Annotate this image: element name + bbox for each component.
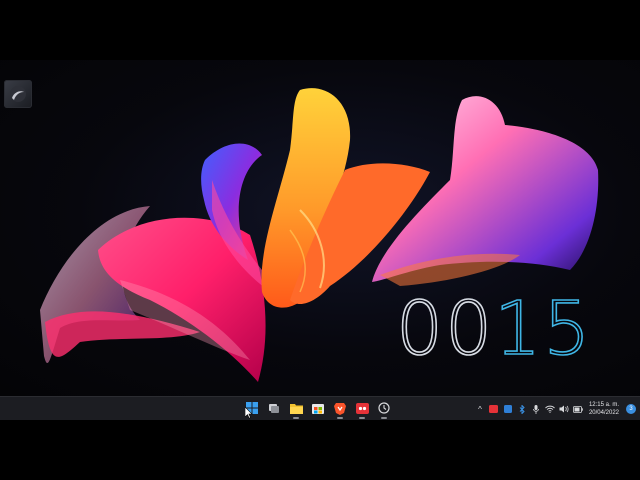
volume-icon[interactable] (559, 403, 569, 415)
folder-icon (289, 403, 303, 414)
mouse-cursor-icon (245, 407, 253, 419)
clock-icon (378, 402, 390, 414)
clock-app-button[interactable] (375, 399, 393, 419)
blue-tray-icon[interactable] (503, 403, 513, 415)
task-view-button[interactable] (265, 399, 283, 417)
swirl-icon (10, 86, 26, 102)
wifi-icon[interactable] (545, 403, 555, 415)
taskbar-clock[interactable]: 12:15 a. m. 20/04/2022 (589, 401, 619, 417)
microphone-icon[interactable] (531, 403, 541, 415)
show-hidden-icons-chevron[interactable]: ^ (475, 403, 485, 415)
store-icon (312, 404, 324, 414)
task-view-icon (269, 404, 279, 413)
app-shortcut-icon[interactable] (4, 80, 32, 108)
bluetooth-icon[interactable] (517, 403, 527, 415)
screen: 0015 ^ 12:15 a. m. 20/04/2022 3 (0, 0, 640, 480)
brave-browser-button[interactable] (331, 399, 349, 419)
microsoft-store-button[interactable] (309, 399, 327, 417)
taskbar-time: 12:15 a. m. (588, 402, 619, 408)
clock-hours: 00 (395, 286, 495, 372)
red-app-button[interactable] (353, 399, 371, 419)
red-app-icon (355, 402, 369, 414)
desktop: 0015 (0, 60, 640, 396)
desktop-clock: 0015 (395, 291, 592, 367)
battery-icon[interactable] (573, 403, 583, 415)
taskbar-date: 20/04/2022 (588, 410, 619, 416)
taskbar: ^ 12:15 a. m. 20/04/2022 3 (0, 396, 640, 420)
red-tray-icon[interactable] (489, 403, 499, 415)
system-tray: ^ 12:15 a. m. 20/04/2022 3 (475, 399, 636, 419)
brave-lion-icon (334, 402, 346, 415)
notification-badge[interactable]: 3 (626, 404, 636, 414)
file-explorer-button[interactable] (287, 399, 305, 419)
clock-minutes: 15 (493, 286, 593, 372)
taskbar-apps (243, 399, 393, 419)
